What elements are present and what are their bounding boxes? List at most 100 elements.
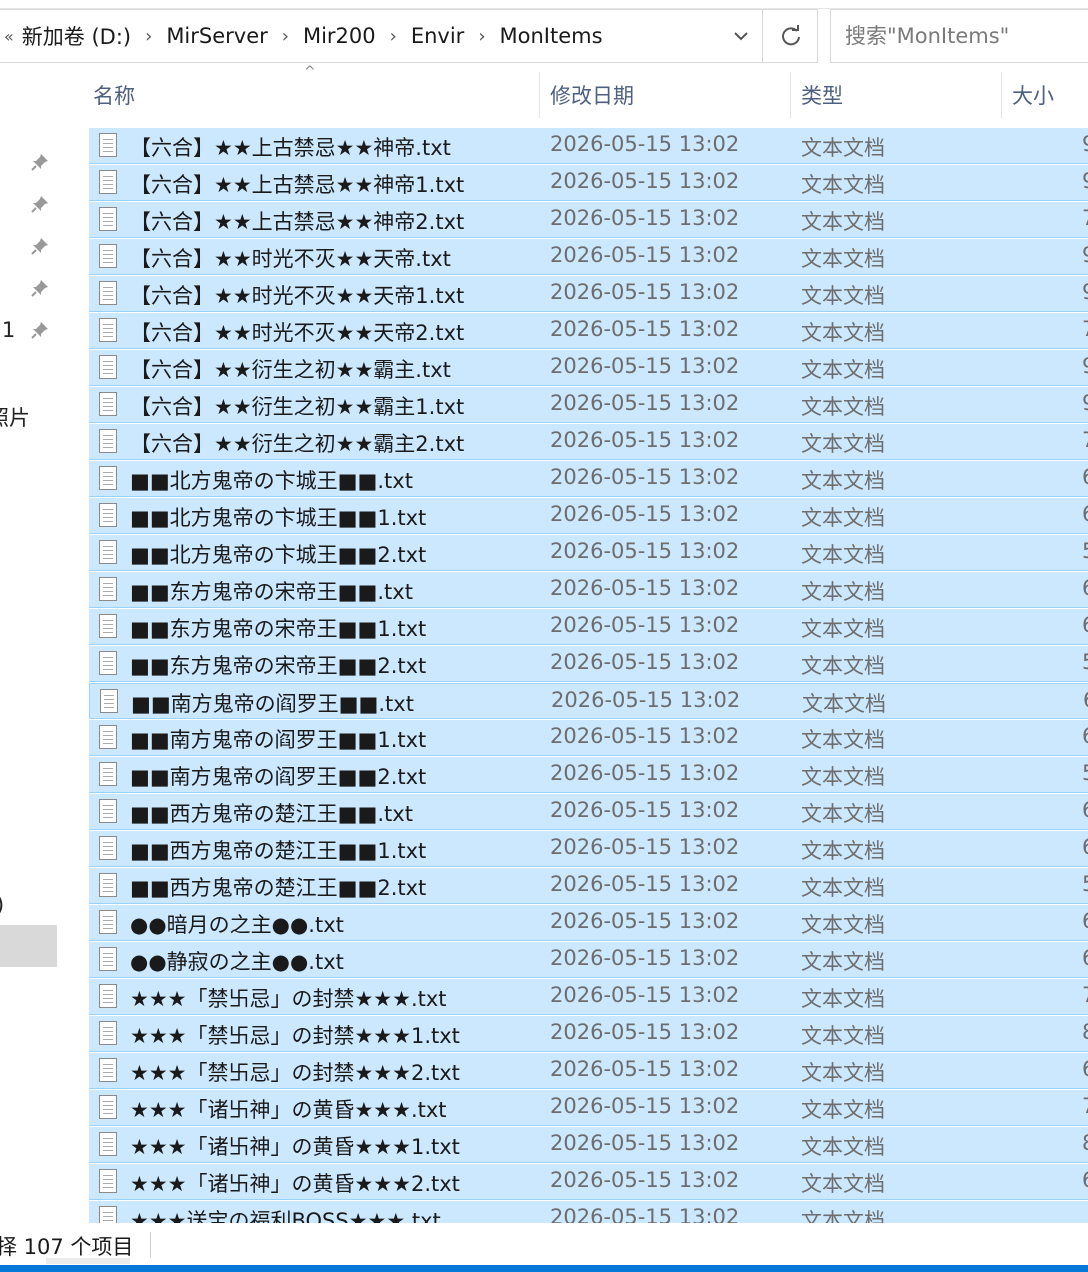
file-row[interactable]: 【六合】★★衍生之初★★霸主.txt 2026-05-15 13:02 文本文档 9 — [89, 350, 1088, 386]
file-name[interactable]: ★★★「禁卐忌」の封禁★★★2.txt — [130, 1057, 460, 1087]
file-row[interactable]: ■■西方鬼帝の楚江王■■.txt 2026-05-15 13:02 文本文档 6 — [89, 794, 1088, 830]
file-name[interactable]: 【六合】★★时光不灭★★天帝2.txt — [130, 317, 464, 347]
file-type: 文本文档 — [801, 1172, 885, 1196]
file-row[interactable]: ■■南方鬼帝の阎罗王■■1.txt 2026-05-15 13:02 文本文档 6 — [89, 720, 1088, 756]
file-name[interactable]: ■■东方鬼帝の宋帝王■■.txt — [130, 576, 413, 606]
file-name[interactable]: ■■东方鬼帝の宋帝王■■2.txt — [130, 650, 426, 680]
file-name[interactable]: ★★★「诸卐神」の黄昏★★★2.txt — [130, 1168, 460, 1198]
file-list[interactable]: 【六合】★★上古禁忌★★神帝.txt2026-05-15 13:02文本文档9【… — [89, 128, 1088, 1223]
column-divider[interactable] — [1001, 72, 1002, 118]
file-row[interactable]: ■■东方鬼帝の宋帝王■■1.txt 2026-05-15 13:02 文本文档 6 — [89, 609, 1088, 645]
file-name[interactable]: 【六合】★★上古禁忌★★神帝1.txt — [130, 169, 464, 199]
file-name[interactable]: ■■北方鬼帝の卞城王■■2.txt — [130, 539, 426, 569]
file-name[interactable]: ■■南方鬼帝の阎罗王■■2.txt — [130, 761, 426, 791]
column-header-date[interactable]: 修改日期 — [550, 68, 634, 122]
file-name[interactable]: ★★★「诸卐神」の黄昏★★★.txt — [130, 1094, 447, 1124]
text-file-icon — [99, 466, 117, 490]
chevron-right-icon[interactable]: › — [282, 26, 289, 47]
file-row[interactable]: 【六合】★★上古禁忌★★神帝2.txt 2026-05-15 13:02 文本文档 7 — [89, 202, 1088, 238]
file-row[interactable]: ■■东方鬼帝の宋帝王■■.txt 2026-05-15 13:02 文本文档 6 — [89, 572, 1088, 608]
chevron-down-icon[interactable] — [720, 10, 762, 62]
file-name[interactable]: 【六合】★★衍生之初★★霸主2.txt — [130, 428, 464, 458]
column-header-size[interactable]: 大小 — [1012, 68, 1054, 122]
file-row[interactable]: ★★★「诸卐神」の黄昏★★★1.txt 2026-05-15 13:02 文本文档 8 — [89, 1127, 1088, 1163]
file-row[interactable]: ■■东方鬼帝の宋帝王■■2.txt 2026-05-15 13:02 文本文档 5 — [89, 646, 1088, 682]
file-row[interactable]: 【六合】★★上古禁忌★★神帝.txt 2026-05-15 13:02 文本文档 9 — [89, 128, 1088, 164]
file-name[interactable]: ★★★送宝の福利BOSS★★★.txt — [130, 1205, 441, 1223]
file-row[interactable]: ■■西方鬼帝の楚江王■■1.txt 2026-05-15 13:02 文本文档 6 — [89, 831, 1088, 867]
file-name[interactable]: ■■西方鬼帝の楚江王■■1.txt — [130, 835, 426, 865]
chevron-right-icon[interactable]: › — [390, 26, 397, 47]
file-row[interactable]: ★★★「禁卐忌」の封禁★★★.txt 2026-05-15 13:02 文本文档 7 — [89, 979, 1088, 1015]
chevron-right-icon[interactable]: › — [145, 26, 152, 47]
file-row[interactable]: 【六合】★★衍生之初★★霸主2.txt 2026-05-15 13:02 文本文档 7 — [89, 424, 1088, 460]
file-row[interactable]: ●●暗月の之主●●.txt 2026-05-15 13:02 文本文档 6 — [89, 905, 1088, 941]
horizontal-scrollbar[interactable] — [46, 1258, 130, 1264]
file-name[interactable]: ■■西方鬼帝の楚江王■■.txt — [130, 798, 413, 828]
breadcrumb-item-mir200[interactable]: Mir200 — [303, 24, 376, 48]
file-name[interactable]: ●●静寂の之主●●.txt — [130, 946, 344, 976]
pin-icon[interactable] — [30, 278, 54, 302]
column-header-type[interactable]: 类型 — [801, 68, 843, 122]
file-row[interactable]: 【六合】★★衍生之初★★霸主1.txt 2026-05-15 13:02 文本文档 9 — [89, 387, 1088, 423]
breadcrumb-overflow-icon[interactable]: « — [4, 27, 14, 46]
file-date: 2026-05-15 13:02 — [550, 354, 740, 378]
nav-item-label[interactable]: l1 — [0, 318, 15, 342]
file-name[interactable]: 【六合】★★时光不灭★★天帝1.txt — [130, 280, 464, 310]
file-name[interactable]: ★★★「禁卐忌」の封禁★★★1.txt — [130, 1020, 460, 1050]
column-header-name[interactable]: 名称 — [93, 68, 135, 122]
file-row[interactable]: ★★★送宝の福利BOSS★★★.txt 2026-05-15 13:02 文本文档 — [89, 1201, 1088, 1223]
nav-item-photos[interactable]: 照片 — [0, 402, 30, 432]
file-row[interactable]: 【六合】★★时光不灭★★天帝2.txt 2026-05-15 13:02 文本文档 7 — [89, 313, 1088, 349]
pin-icon[interactable] — [30, 194, 54, 218]
file-row[interactable]: ★★★「禁卐忌」の封禁★★★2.txt 2026-05-15 13:02 文本文档 6 — [89, 1053, 1088, 1089]
file-date: 2026-05-15 13:02 — [550, 724, 740, 748]
file-row[interactable]: ★★★「诸卐神」の黄昏★★★2.txt 2026-05-15 13:02 文本文档 6 — [89, 1164, 1088, 1200]
pin-icon[interactable] — [30, 236, 54, 260]
file-name[interactable]: 【六合】★★衍生之初★★霸主1.txt — [130, 391, 464, 421]
nav-item-label[interactable]: ) — [0, 893, 4, 917]
file-name[interactable]: ■■北方鬼帝の卞城王■■.txt — [130, 465, 413, 495]
file-row[interactable]: ★★★「诸卐神」の黄昏★★★.txt 2026-05-15 13:02 文本文档 7 — [89, 1090, 1088, 1126]
breadcrumb-item-mirserver[interactable]: MirServer — [166, 24, 267, 48]
file-name[interactable]: ★★★「禁卐忌」の封禁★★★.txt — [130, 983, 447, 1013]
column-divider[interactable] — [790, 72, 791, 118]
file-row[interactable]: ●●静寂の之主●●.txt 2026-05-15 13:02 文本文档 6 — [89, 942, 1088, 978]
address-bar[interactable]: « 新加卷 (D:) › MirServer › Mir200 › Envir … — [0, 9, 818, 63]
file-name[interactable]: 【六合】★★上古禁忌★★神帝.txt — [130, 132, 451, 162]
file-name[interactable]: 【六合】★★上古禁忌★★神帝2.txt — [130, 206, 464, 236]
breadcrumb-item-monitems[interactable]: MonItems — [500, 24, 603, 48]
file-row[interactable]: ■■南方鬼帝の阎罗王■■2.txt 2026-05-15 13:02 文本文档 5 — [89, 757, 1088, 793]
file-row[interactable]: ■■南方鬼帝の阎罗王■■.txt 2026-05-15 13:02 文本文档 6 — [89, 683, 1088, 719]
file-date: 2026-05-15 13:02 — [550, 539, 740, 563]
pin-icon[interactable] — [30, 320, 54, 344]
breadcrumb-item-drive[interactable]: 新加卷 (D:) — [22, 21, 131, 51]
file-row[interactable]: ■■北方鬼帝の卞城王■■.txt 2026-05-15 13:02 文本文档 6 — [89, 461, 1088, 497]
file-row[interactable]: ■■北方鬼帝の卞城王■■2.txt 2026-05-15 13:02 文本文档 5 — [89, 535, 1088, 571]
file-row[interactable]: ★★★「禁卐忌」の封禁★★★1.txt 2026-05-15 13:02 文本文档 8 — [89, 1016, 1088, 1052]
file-row[interactable]: ■■西方鬼帝の楚江王■■2.txt 2026-05-15 13:02 文本文档 5 — [89, 868, 1088, 904]
pin-icon[interactable] — [30, 152, 54, 176]
file-row[interactable]: 【六合】★★时光不灭★★天帝.txt 2026-05-15 13:02 文本文档 9 — [89, 239, 1088, 275]
nav-item-selected[interactable] — [0, 925, 57, 967]
file-row[interactable]: 【六合】★★时光不灭★★天帝1.txt 2026-05-15 13:02 文本文档 9 — [89, 276, 1088, 312]
refresh-icon[interactable] — [762, 10, 818, 62]
file-name[interactable]: ■■北方鬼帝の卞城王■■1.txt — [130, 502, 426, 532]
file-name[interactable]: 【六合】★★衍生之初★★霸主.txt — [130, 354, 451, 384]
file-name[interactable]: ■■西方鬼帝の楚江王■■2.txt — [130, 872, 426, 902]
breadcrumb-item-envir[interactable]: Envir — [411, 24, 464, 48]
file-name[interactable]: ■■南方鬼帝の阎罗王■■1.txt — [130, 724, 426, 754]
file-name[interactable]: ■■南方鬼帝の阎罗王■■.txt — [131, 688, 414, 718]
file-row[interactable]: 【六合】★★上古禁忌★★神帝1.txt 2026-05-15 13:02 文本文档 9 — [89, 165, 1088, 201]
file-row[interactable]: ■■北方鬼帝の卞城王■■1.txt 2026-05-15 13:02 文本文档 6 — [89, 498, 1088, 534]
search-input[interactable] — [843, 10, 1087, 62]
file-size: 7 — [1082, 428, 1088, 452]
search-box[interactable] — [830, 9, 1088, 63]
file-name[interactable]: ★★★「诸卐神」の黄昏★★★1.txt — [130, 1131, 460, 1161]
chevron-right-icon[interactable]: › — [478, 26, 485, 47]
file-name[interactable]: ●●暗月の之主●●.txt — [130, 909, 344, 939]
file-size: 7 — [1082, 206, 1088, 230]
file-name[interactable]: ■■东方鬼帝の宋帝王■■1.txt — [130, 613, 426, 643]
column-divider[interactable] — [539, 72, 540, 118]
file-name[interactable]: 【六合】★★时光不灭★★天帝.txt — [130, 243, 451, 273]
